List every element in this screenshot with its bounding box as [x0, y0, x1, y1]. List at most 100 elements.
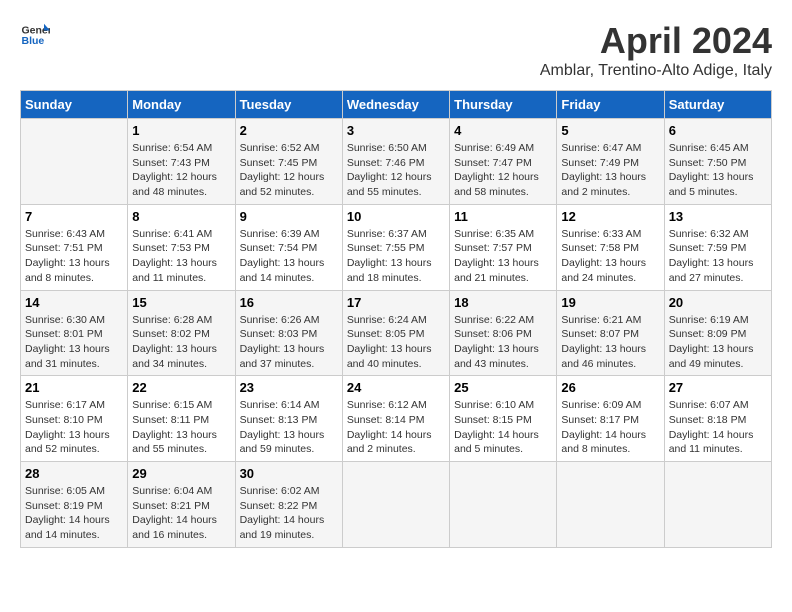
day-number: 3 — [347, 123, 445, 138]
day-number: 5 — [561, 123, 659, 138]
day-cell: 2Sunrise: 6:52 AMSunset: 7:45 PMDaylight… — [235, 119, 342, 205]
day-cell: 14 Sunrise: 6:30 AMSunset: 8:01 PMDayligh… — [21, 290, 128, 376]
day-number: 13 — [669, 209, 767, 224]
day-cell: 10 Sunrise: 6:37 AMSunset: 7:55 PMDayligh… — [342, 204, 449, 290]
day-cell: 15Sunrise: 6:28 AMSunset: 8:02 PMDayligh… — [128, 290, 235, 376]
day-number: 15 — [132, 295, 230, 310]
calendar-table: SundayMondayTuesdayWednesdayThursdayFrid… — [20, 90, 772, 548]
week-row-2: 7 Sunrise: 6:43 AMSunset: 7:51 PMDaylight… — [21, 204, 772, 290]
day-number: 2 — [240, 123, 338, 138]
day-cell: 16Sunrise: 6:26 AMSunset: 8:03 PMDayligh… — [235, 290, 342, 376]
day-number: 7 — [25, 209, 123, 224]
day-cell: 28 Sunrise: 6:05 AMSunset: 8:19 PMDayligh… — [21, 462, 128, 548]
day-cell: 8 Sunrise: 6:41 AMSunset: 7:53 PMDaylight… — [128, 204, 235, 290]
column-headers-row: SundayMondayTuesdayWednesdayThursdayFrid… — [21, 91, 772, 119]
week-row-5: 28 Sunrise: 6:05 AMSunset: 8:19 PMDayligh… — [21, 462, 772, 548]
day-info: Sunrise: 6:47 AMSunset: 7:49 PMDaylight:… — [561, 141, 659, 200]
day-number: 29 — [132, 466, 230, 481]
calendar-body: 1 Sunrise: 6:54 AMSunset: 7:43 PMDaylight… — [21, 119, 772, 548]
column-header-saturday: Saturday — [664, 91, 771, 119]
day-cell: 17 Sunrise: 6:24 AMSunset: 8:05 PMDayligh… — [342, 290, 449, 376]
day-number: 19 — [561, 295, 659, 310]
day-number: 23 — [240, 380, 338, 395]
day-info: Sunrise: 6:32 AMSunset: 7:59 PMDaylight:… — [669, 227, 767, 286]
day-cell: 23 Sunrise: 6:14 AMSunset: 8:13 PMDayligh… — [235, 376, 342, 462]
page-header: General Blue April 2024 Amblar, Trentino… — [20, 20, 772, 80]
day-cell: 3 Sunrise: 6:50 AMSunset: 7:46 PMDaylight… — [342, 119, 449, 205]
week-row-3: 14 Sunrise: 6:30 AMSunset: 8:01 PMDayligh… — [21, 290, 772, 376]
day-cell — [342, 462, 449, 548]
day-cell: 29 Sunrise: 6:04 AMSunset: 8:21 PMDayligh… — [128, 462, 235, 548]
location: Amblar, Trentino-Alto Adige, Italy — [540, 62, 772, 80]
day-info: Sunrise: 6:22 AMSunset: 8:06 PMDaylight:… — [454, 313, 552, 372]
week-row-4: 21 Sunrise: 6:17 AMSunset: 8:10 PMDayligh… — [21, 376, 772, 462]
day-info: Sunrise: 6:05 AMSunset: 8:19 PMDaylight:… — [25, 484, 123, 543]
day-info: Sunrise: 6:50 AMSunset: 7:46 PMDaylight:… — [347, 141, 445, 200]
day-info: Sunrise: 6:17 AMSunset: 8:10 PMDaylight:… — [25, 398, 123, 457]
day-cell: 30Sunrise: 6:02 AMSunset: 8:22 PMDayligh… — [235, 462, 342, 548]
day-number: 27 — [669, 380, 767, 395]
day-cell: 27 Sunrise: 6:07 AMSunset: 8:18 PMDayligh… — [664, 376, 771, 462]
day-info: Sunrise: 6:07 AMSunset: 8:18 PMDaylight:… — [669, 398, 767, 457]
day-number: 8 — [132, 209, 230, 224]
day-info: Sunrise: 6:19 AMSunset: 8:09 PMDaylight:… — [669, 313, 767, 372]
day-cell: 25Sunrise: 6:10 AMSunset: 8:15 PMDayligh… — [450, 376, 557, 462]
day-number: 1 — [132, 123, 230, 138]
column-header-friday: Friday — [557, 91, 664, 119]
day-cell: 6 Sunrise: 6:45 AMSunset: 7:50 PMDaylight… — [664, 119, 771, 205]
day-number: 9 — [240, 209, 338, 224]
column-header-wednesday: Wednesday — [342, 91, 449, 119]
day-cell — [664, 462, 771, 548]
day-number: 4 — [454, 123, 552, 138]
month-title: April 2024 — [540, 20, 772, 62]
day-cell — [557, 462, 664, 548]
day-cell — [21, 119, 128, 205]
day-number: 12 — [561, 209, 659, 224]
column-header-sunday: Sunday — [21, 91, 128, 119]
day-number: 20 — [669, 295, 767, 310]
day-info: Sunrise: 6:43 AMSunset: 7:51 PMDaylight:… — [25, 227, 123, 286]
column-header-thursday: Thursday — [450, 91, 557, 119]
day-cell: 7 Sunrise: 6:43 AMSunset: 7:51 PMDaylight… — [21, 204, 128, 290]
day-info: Sunrise: 6:41 AMSunset: 7:53 PMDaylight:… — [132, 227, 230, 286]
column-header-monday: Monday — [128, 91, 235, 119]
day-cell: 24Sunrise: 6:12 AMSunset: 8:14 PMDayligh… — [342, 376, 449, 462]
day-info: Sunrise: 6:33 AMSunset: 7:58 PMDaylight:… — [561, 227, 659, 286]
day-info: Sunrise: 6:04 AMSunset: 8:21 PMDaylight:… — [132, 484, 230, 543]
day-number: 21 — [25, 380, 123, 395]
day-info: Sunrise: 6:37 AMSunset: 7:55 PMDaylight:… — [347, 227, 445, 286]
day-cell: 11 Sunrise: 6:35 AMSunset: 7:57 PMDayligh… — [450, 204, 557, 290]
day-cell: 20 Sunrise: 6:19 AMSunset: 8:09 PMDayligh… — [664, 290, 771, 376]
day-info: Sunrise: 6:30 AMSunset: 8:01 PMDaylight:… — [25, 313, 123, 372]
day-cell: 26 Sunrise: 6:09 AMSunset: 8:17 PMDayligh… — [557, 376, 664, 462]
title-section: April 2024 Amblar, Trentino-Alto Adige, … — [540, 20, 772, 80]
day-number: 24 — [347, 380, 445, 395]
day-info: Sunrise: 6:35 AMSunset: 7:57 PMDaylight:… — [454, 227, 552, 286]
day-info: Sunrise: 6:26 AMSunset: 8:03 PMDaylight:… — [240, 313, 338, 372]
day-number: 26 — [561, 380, 659, 395]
day-cell: 22 Sunrise: 6:15 AMSunset: 8:11 PMDayligh… — [128, 376, 235, 462]
day-cell: 9Sunrise: 6:39 AMSunset: 7:54 PMDaylight… — [235, 204, 342, 290]
day-cell: 13 Sunrise: 6:32 AMSunset: 7:59 PMDayligh… — [664, 204, 771, 290]
day-info: Sunrise: 6:21 AMSunset: 8:07 PMDaylight:… — [561, 313, 659, 372]
day-info: Sunrise: 6:14 AMSunset: 8:13 PMDaylight:… — [240, 398, 338, 457]
day-cell: 4Sunrise: 6:49 AMSunset: 7:47 PMDaylight… — [450, 119, 557, 205]
day-number: 25 — [454, 380, 552, 395]
day-info: Sunrise: 6:54 AMSunset: 7:43 PMDaylight:… — [132, 141, 230, 200]
day-info: Sunrise: 6:02 AMSunset: 8:22 PMDaylight:… — [240, 484, 338, 543]
day-number: 28 — [25, 466, 123, 481]
svg-text:Blue: Blue — [22, 35, 45, 47]
column-header-tuesday: Tuesday — [235, 91, 342, 119]
day-number: 22 — [132, 380, 230, 395]
day-info: Sunrise: 6:15 AMSunset: 8:11 PMDaylight:… — [132, 398, 230, 457]
day-number: 6 — [669, 123, 767, 138]
day-number: 10 — [347, 209, 445, 224]
day-info: Sunrise: 6:45 AMSunset: 7:50 PMDaylight:… — [669, 141, 767, 200]
day-info: Sunrise: 6:09 AMSunset: 8:17 PMDaylight:… — [561, 398, 659, 457]
day-number: 17 — [347, 295, 445, 310]
day-number: 14 — [25, 295, 123, 310]
day-number: 11 — [454, 209, 552, 224]
day-cell: 21 Sunrise: 6:17 AMSunset: 8:10 PMDayligh… — [21, 376, 128, 462]
day-info: Sunrise: 6:24 AMSunset: 8:05 PMDaylight:… — [347, 313, 445, 372]
day-cell: 18Sunrise: 6:22 AMSunset: 8:06 PMDayligh… — [450, 290, 557, 376]
